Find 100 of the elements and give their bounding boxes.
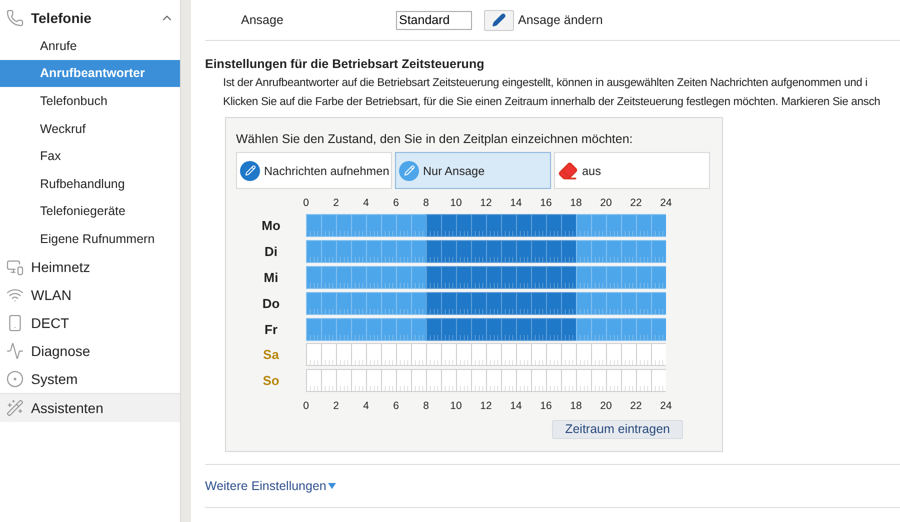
monitor-icon	[6, 258, 24, 276]
hour-label: 14	[510, 400, 522, 412]
hour-cell[interactable]	[441, 369, 456, 392]
hour-cell[interactable]	[636, 369, 651, 392]
input-field[interactable]: Standard	[396, 10, 472, 30]
hour-cell[interactable]	[441, 343, 456, 366]
hour-cell[interactable]	[471, 369, 486, 392]
hour-label: 4	[363, 400, 369, 412]
hour-cell[interactable]	[411, 343, 426, 366]
sidebar-item[interactable]: Eigene Rufnummern	[0, 225, 180, 253]
hour-label: 24	[660, 197, 672, 209]
wand-icon	[6, 398, 24, 417]
hour-cell[interactable]	[576, 369, 591, 392]
hour-label: 20	[600, 400, 612, 412]
hour-cell[interactable]	[456, 369, 471, 392]
hour-cell[interactable]	[531, 343, 546, 366]
hour-cell[interactable]	[426, 343, 441, 366]
submit-button[interactable]: Zeitraum eintragen	[552, 420, 683, 439]
hour-cell[interactable]	[606, 343, 621, 366]
mode-option[interactable]: Nachrichten aufnehmen	[236, 152, 392, 189]
hour-cell[interactable]	[516, 369, 531, 392]
sidebar-item[interactable]: Rufbehandlung	[0, 170, 180, 198]
hour-cell[interactable]	[591, 343, 606, 366]
sidebar-section[interactable]: Diagnose	[0, 336, 180, 365]
sidebar-section[interactable]: Telefonie	[0, 4, 180, 32]
hour-cell[interactable]	[591, 369, 606, 392]
hour-cell[interactable]	[321, 369, 336, 392]
hour-cell[interactable]	[561, 369, 576, 392]
hour-label: 10	[450, 197, 462, 209]
day-label: Di	[264, 244, 278, 260]
hour-label: 0	[303, 400, 309, 412]
hour-cell[interactable]	[516, 343, 531, 366]
day-label: Fr	[264, 322, 278, 337]
field-label: Ansage	[241, 13, 284, 27]
hour-cell[interactable]	[531, 369, 546, 392]
sidebar-item[interactable]: Anrufe	[0, 32, 180, 60]
hour-cell[interactable]	[366, 343, 381, 366]
sidebar-section[interactable]: System	[0, 364, 180, 393]
sidebar-section[interactable]: DECT	[0, 308, 180, 337]
hour-label: 24	[660, 400, 672, 412]
sidebar-item[interactable]: Telefonbuch	[0, 87, 180, 115]
hour-label: 8	[423, 197, 429, 209]
hour-cell[interactable]	[501, 369, 516, 392]
hour-label: 16	[540, 197, 552, 209]
hour-cell[interactable]	[471, 343, 486, 366]
hour-cell[interactable]	[396, 369, 411, 392]
hour-cell[interactable]	[636, 343, 651, 366]
pencil-icon	[240, 160, 260, 180]
hour-cell[interactable]	[411, 369, 426, 392]
mode-option[interactable]: Nur Ansage	[395, 152, 551, 189]
hour-cell[interactable]	[366, 369, 381, 392]
mode-option[interactable]: aus	[554, 152, 710, 189]
description-text: Klicken Sie auf die Farbe der Betriebsart, für die Sie einen Zeitraum innerhalb der Zeitsteuerung festlegen möchten. Markieren Sie ansch	[223, 96, 880, 109]
hour-cell[interactable]	[501, 343, 516, 366]
hour-label: 6	[393, 400, 399, 412]
day-label: So	[262, 373, 280, 388]
hour-cell[interactable]	[396, 343, 411, 366]
edit-button[interactable]	[484, 10, 514, 30]
hour-cell[interactable]	[621, 343, 636, 366]
sidebar-section[interactable]: Heimnetz	[0, 252, 180, 281]
hour-cell[interactable]	[381, 369, 396, 392]
hour-cell[interactable]	[621, 369, 636, 392]
hour-cell[interactable]	[336, 369, 351, 392]
hour-cell[interactable]	[306, 343, 321, 366]
hour-label: 20	[600, 197, 612, 209]
hour-label: 8	[423, 400, 429, 412]
sidebar-item[interactable]: Weckruf	[0, 114, 180, 142]
hour-cell[interactable]	[606, 369, 621, 392]
hour-cell[interactable]	[486, 343, 501, 366]
hour-label: 22	[630, 400, 642, 412]
triangle-down-icon	[328, 482, 336, 489]
hour-cell[interactable]	[381, 343, 396, 366]
hour-cell[interactable]	[576, 343, 591, 366]
description-text: Ist der Anrufbeantworter auf die Betriebsart Zeitsteuerung eingestellt, können in ausgewählten Zeiten Nachrichten aufgenommen und i	[223, 77, 868, 90]
hour-cell[interactable]	[546, 369, 561, 392]
hour-label: 18	[570, 197, 582, 209]
hour-cell[interactable]	[546, 343, 561, 366]
pencil-icon	[399, 160, 419, 180]
sidebar-item[interactable]: Fax	[0, 142, 180, 170]
hour-cell[interactable]	[321, 343, 336, 366]
hour-cell[interactable]	[561, 343, 576, 366]
hour-cell[interactable]	[351, 369, 366, 392]
hour-label: 22	[630, 197, 642, 209]
sidebar-section[interactable]: Assistenten	[0, 392, 180, 422]
more-settings-link[interactable]: Weitere Einstellungen	[205, 478, 336, 493]
day-label: Sa	[262, 347, 280, 362]
hour-cell[interactable]	[486, 369, 501, 392]
hour-label: 2	[333, 400, 339, 412]
hour-cell[interactable]	[456, 343, 471, 366]
hour-label: 12	[480, 197, 492, 209]
sidebar-item[interactable]: Telefoniegeräte	[0, 198, 180, 226]
hour-cell[interactable]	[651, 343, 666, 366]
hour-cell[interactable]	[306, 369, 321, 392]
hour-cell[interactable]	[336, 343, 351, 366]
edit-label: Ansage ändern	[518, 13, 603, 27]
sidebar-section[interactable]: WLAN	[0, 280, 180, 309]
hour-cell[interactable]	[351, 343, 366, 366]
prompt-text: Wählen Sie den Zustand, den Sie in den Zeitplan einzeichnen möchten:	[236, 132, 633, 146]
hour-cell[interactable]	[426, 369, 441, 392]
hour-cell[interactable]	[651, 369, 666, 392]
